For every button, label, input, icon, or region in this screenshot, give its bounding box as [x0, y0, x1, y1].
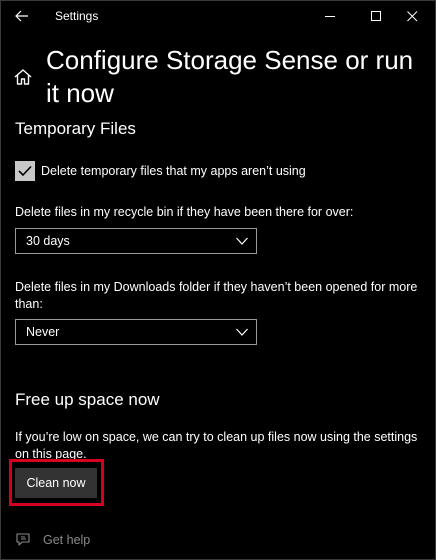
delete-temp-files-checkbox-row[interactable]: Delete temporary files that my apps aren…	[15, 161, 306, 181]
get-help-label: Get help	[43, 533, 91, 547]
clean-now-button[interactable]: Clean now	[15, 468, 97, 498]
minimize-icon	[324, 15, 335, 17]
recycle-bin-dropdown[interactable]: 30 days	[15, 228, 257, 254]
free-up-space-heading: Free up space now	[15, 390, 160, 409]
home-button[interactable]	[13, 67, 35, 89]
get-help-link[interactable]: Get help	[15, 531, 90, 549]
delete-temp-files-checkbox[interactable]	[15, 161, 35, 181]
downloads-folder-selected-value: Never	[26, 325, 60, 339]
close-button[interactable]	[389, 1, 435, 31]
close-icon	[406, 10, 417, 21]
downloads-folder-dropdown[interactable]: Never	[15, 319, 257, 345]
page-title: Configure Storage Sense or run it now	[46, 45, 414, 108]
delete-temp-files-label: Delete temporary files that my apps aren…	[41, 164, 306, 178]
checkmark-icon	[18, 165, 32, 177]
chevron-down-icon	[236, 328, 248, 336]
free-up-space-description: If you’re low on space, we can try to cl…	[15, 430, 418, 461]
window-title: Settings	[55, 9, 99, 23]
help-chat-icon	[16, 533, 30, 546]
minimize-button[interactable]	[307, 1, 353, 31]
temporary-files-heading: Temporary Files	[15, 119, 136, 138]
back-button[interactable]	[9, 5, 35, 27]
maximize-icon	[370, 10, 381, 21]
back-arrow-icon	[15, 10, 28, 22]
title-bar: Settings	[1, 1, 435, 31]
recycle-bin-selected-value: 30 days	[26, 234, 70, 248]
chevron-down-icon	[236, 237, 248, 245]
home-icon	[14, 69, 32, 85]
downloads-folder-label: Delete files in my Downloads folder if t…	[15, 280, 418, 311]
recycle-bin-label: Delete files in my recycle bin if they h…	[15, 205, 354, 219]
settings-window: Settings Configure Storage Sense or run …	[0, 0, 436, 560]
